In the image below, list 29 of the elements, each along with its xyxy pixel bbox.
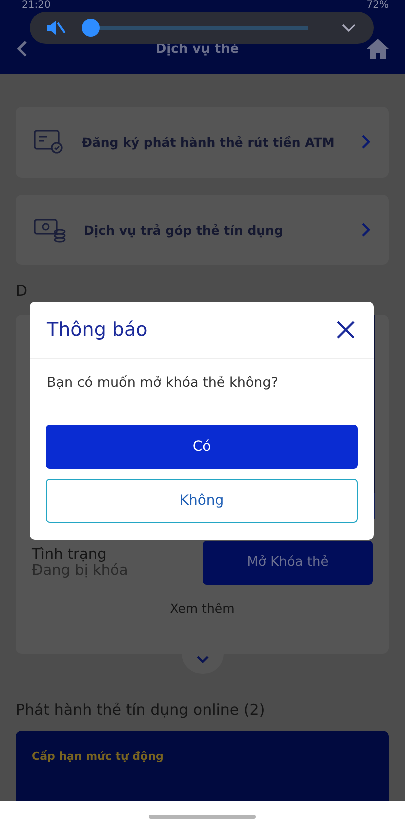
mute-icon[interactable] — [46, 19, 66, 37]
cancel-button[interactable]: Không — [46, 479, 358, 523]
confirm-button[interactable]: Có — [46, 425, 358, 469]
chevron-down-icon[interactable] — [342, 24, 356, 32]
unlock-card-button[interactable]: Mở Khóa thẻ — [203, 540, 373, 585]
service-card[interactable]: Đăng ký phát hành thẻ rút tiền ATM — [16, 107, 389, 178]
back-icon[interactable] — [16, 40, 28, 58]
service-label: Dịch vụ trả góp thẻ tín dụng — [84, 222, 284, 238]
promo-card[interactable]: Cấp hạn mức tự động — [16, 731, 389, 801]
battery-level: 72% — [366, 0, 389, 11]
chevron-right-icon — [361, 222, 371, 238]
promo-title: Cấp hạn mức tự động — [32, 750, 164, 764]
service-card[interactable]: Dịch vụ trả góp thẻ tín dụng — [16, 194, 389, 266]
see-more-link[interactable]: Xem thêm — [170, 600, 235, 616]
card-icon — [34, 129, 64, 156]
screen-title: Dịch vụ thẻ — [156, 42, 240, 56]
dialog-title: Thông báo — [47, 319, 148, 341]
section-title: Phát hành thẻ tín dụng online (2) — [16, 701, 266, 720]
section-title: D — [16, 282, 29, 302]
service-label: Đăng ký phát hành thẻ rút tiền ATM — [82, 134, 336, 150]
cash-icon — [34, 216, 66, 244]
status-label: Tình trạng — [32, 546, 107, 563]
slider-thumb[interactable] — [82, 19, 100, 37]
chevron-down-icon — [196, 656, 208, 664]
home-icon[interactable] — [367, 39, 389, 59]
close-icon[interactable] — [337, 321, 355, 339]
dialog-message: Bạn có muốn mở khóa thẻ không? — [46, 374, 280, 393]
status-time: 21:20 — [22, 0, 51, 11]
chevron-right-icon — [361, 134, 371, 150]
